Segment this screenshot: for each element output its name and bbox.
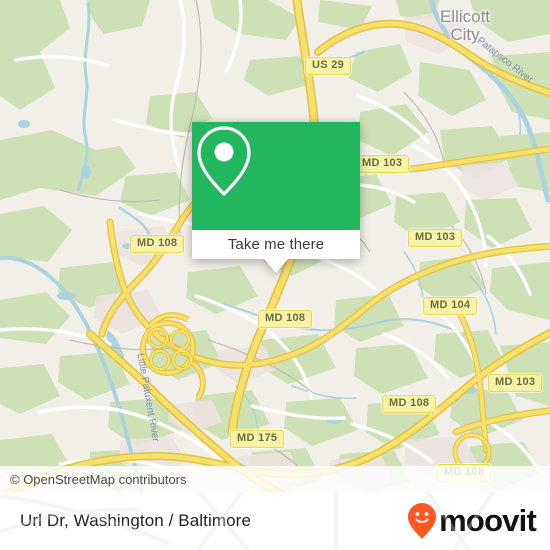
take-me-there-popup[interactable]: Take me there <box>192 122 360 273</box>
map-pin-icon <box>197 126 251 196</box>
place-label-ellicott-city: Ellicott City <box>439 7 491 44</box>
moovit-map-screen: Ellicott City Patapsco River Little Patu… <box>0 0 550 550</box>
bottom-bar: Url Dr, Washington / Baltimore moovit <box>0 492 550 550</box>
popup-header <box>192 122 360 230</box>
map-canvas[interactable]: Ellicott City Patapsco River Little Patu… <box>0 0 550 492</box>
road-shield-md-103-c[interactable]: MD 103 <box>488 374 543 392</box>
attribution-bar: © OpenStreetMap contributors <box>0 466 550 492</box>
attribution-text: © OpenStreetMap contributors <box>10 471 187 487</box>
road-shield-md-175[interactable]: MD 175 <box>230 430 285 448</box>
bottom-watermark <box>0 492 550 550</box>
road-shield-md-104[interactable]: MD 104 <box>423 297 478 315</box>
road-shield-us-29[interactable]: US 29 <box>305 57 352 75</box>
road-shield-md-103-b[interactable]: MD 103 <box>408 229 463 247</box>
take-me-there-button[interactable]: Take me there <box>192 230 360 259</box>
take-me-there-label: Take me there <box>227 236 325 253</box>
road-shield-md-108-c[interactable]: MD 108 <box>382 395 437 413</box>
road-shield-md-108-b[interactable]: MD 108 <box>258 310 313 328</box>
road-shield-md-103-a[interactable]: MD 103 <box>355 155 410 173</box>
road-shield-md-108-a[interactable]: MD 108 <box>130 235 185 253</box>
popup-tail <box>264 259 288 273</box>
